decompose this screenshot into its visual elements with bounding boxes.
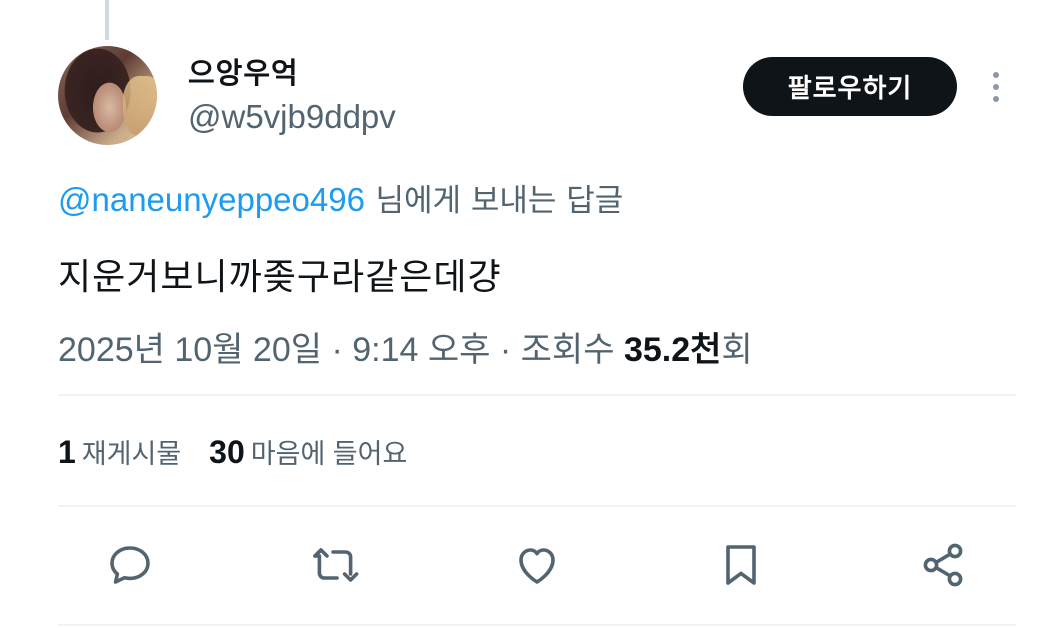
tweet-text: 지운거보니까좆구라같은데걍: [58, 257, 502, 298]
divider: [58, 624, 1016, 626]
reposts-stat[interactable]: 1 재게시물: [58, 434, 209, 470]
reposts-count: 1: [58, 434, 76, 470]
reply-mention-link[interactable]: @naneunyeppeo496: [58, 181, 365, 218]
more-options-icon[interactable]: [986, 70, 1006, 104]
like-icon: [519, 548, 555, 584]
author-display-name[interactable]: 으앙우억: [188, 50, 299, 92]
views-label: 조회수: [520, 331, 624, 369]
reposts-label: 재게시물: [81, 439, 182, 469]
likes-stat[interactable]: 30 마음에 들어요: [209, 434, 435, 470]
divider: [58, 505, 1016, 507]
divider: [58, 394, 1016, 396]
repost-icon: [313, 548, 359, 582]
tweet-metadata: 2025년 10월 20일 · 9:14 오후 · 조회수 35.2천회: [58, 322, 753, 371]
meta-separator: ·: [490, 331, 521, 369]
like-button[interactable]: [512, 540, 562, 590]
share-icon: [923, 543, 963, 587]
engagement-stats: 1 재게시물 30 마음에 들어요: [58, 432, 435, 471]
views-count: 35.2천: [623, 331, 722, 369]
more-dot: [993, 84, 999, 90]
likes-label: 마음에 들어요: [250, 439, 408, 469]
reply-context-suffix: 님에게 보내는 답글: [375, 183, 624, 219]
author-handle[interactable]: @w5vjb9ddpv: [188, 98, 396, 136]
follow-button[interactable]: 팔로우하기: [743, 57, 957, 116]
tweet-date[interactable]: 2025년 10월 20일: [58, 331, 322, 369]
repost-button[interactable]: [310, 540, 360, 590]
meta-separator: ·: [322, 331, 353, 369]
reply-context: @naneunyeppeo496 님에게 보내는 답글: [58, 175, 623, 220]
reply-button[interactable]: [105, 540, 155, 590]
likes-count: 30: [209, 434, 245, 470]
thread-connector-line: [105, 0, 109, 40]
bookmark-icon: [726, 545, 756, 585]
tweet-time[interactable]: 9:14 오후: [352, 331, 490, 369]
more-dot: [993, 96, 999, 102]
views-suffix: 회: [721, 331, 753, 369]
reply-icon: [110, 546, 150, 584]
share-button[interactable]: [918, 540, 968, 590]
more-dot: [993, 72, 999, 78]
avatar[interactable]: [58, 46, 157, 145]
bookmark-button[interactable]: [716, 540, 766, 590]
